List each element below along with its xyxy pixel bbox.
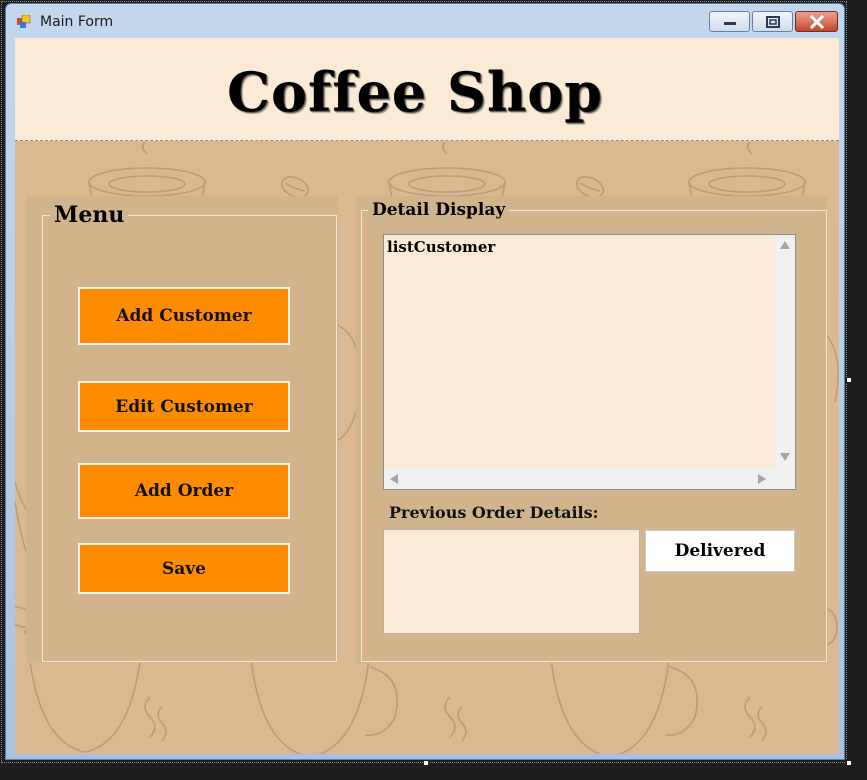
detail-panel: Detail Display listCustomer Previous Ord… [356, 196, 827, 663]
scrollbar-corner [775, 468, 795, 489]
previous-order-details-label: Previous Order Details: [389, 503, 599, 522]
menu-groupbox [42, 215, 337, 662]
minimize-icon [723, 21, 736, 25]
maximize-button[interactable] [752, 11, 793, 32]
save-button[interactable]: Save [78, 543, 290, 594]
window-title: Main Form [40, 14, 114, 30]
resize-grip-bottom[interactable] [423, 760, 429, 766]
customer-listbox[interactable]: listCustomer [383, 234, 796, 490]
scroll-up-icon[interactable] [780, 241, 790, 249]
edit-customer-button[interactable]: Edit Customer [78, 381, 290, 432]
horizontal-scrollbar[interactable] [384, 468, 775, 489]
scroll-down-icon[interactable] [780, 453, 790, 461]
form-client-area: Coffee Shop Menu Add Customer Edit Custo… [15, 38, 839, 754]
resize-grip-right[interactable] [846, 377, 852, 383]
close-icon [809, 14, 824, 29]
title-bar[interactable]: Main Form [6, 4, 844, 38]
minimize-button[interactable] [709, 11, 750, 32]
menu-legend: Menu [50, 202, 129, 228]
winforms-app-icon [17, 15, 31, 28]
listbox-placeholder-text: listCustomer [387, 238, 496, 256]
scroll-right-icon[interactable] [758, 474, 766, 484]
main-form-window: Main Form Coffee Shop Menu Add Customer … [5, 3, 845, 760]
vertical-scrollbar[interactable] [775, 235, 795, 468]
add-order-button[interactable]: Add Order [78, 463, 290, 519]
designer-canvas: Main Form Coffee Shop Menu Add Customer … [0, 0, 867, 780]
delivered-button[interactable]: Delivered [645, 530, 795, 572]
scroll-left-icon[interactable] [390, 474, 398, 484]
header-panel: Coffee Shop [15, 38, 839, 141]
menu-panel: Menu Add Customer Edit Customer Add Orde… [26, 196, 338, 663]
app-title: Coffee Shop [226, 60, 603, 124]
detail-legend: Detail Display [368, 200, 510, 220]
maximize-icon [765, 15, 780, 28]
previous-order-details-box[interactable] [383, 529, 640, 634]
resize-grip-corner[interactable] [846, 760, 852, 766]
close-button[interactable] [795, 11, 838, 32]
add-customer-button[interactable]: Add Customer [78, 287, 290, 345]
